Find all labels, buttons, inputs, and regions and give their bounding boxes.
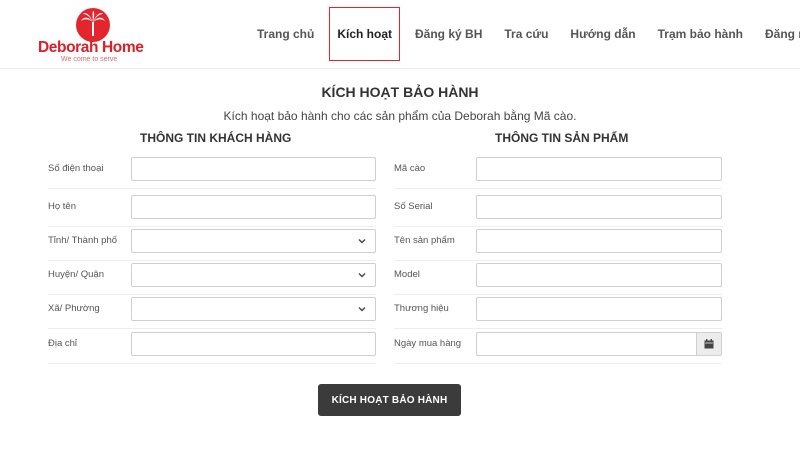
chevron-down-icon	[358, 307, 366, 312]
product-row-purchase-date: Ngày mua hàng	[394, 325, 722, 364]
serial-label: Số Serial	[394, 201, 433, 212]
brand-logo[interactable]: Deborah Home We come to serve	[38, 8, 148, 63]
site-header: Deborah Home We come to serve Trang chủ …	[0, 0, 800, 69]
brand-name-part2: Home	[102, 39, 144, 56]
serial-input[interactable]	[476, 195, 722, 219]
customer-section-title: THÔNG TIN KHÁCH HÀNG	[140, 131, 292, 145]
nav-item-guide[interactable]: Hướng dẫn	[559, 22, 646, 46]
purchase-date-value	[477, 338, 483, 349]
name-label: Họ tên	[48, 201, 76, 212]
nav-item-activate[interactable]: Kích hoạt	[329, 7, 401, 61]
palm-tree-icon	[76, 8, 110, 42]
scratch-code-input[interactable]	[476, 157, 722, 181]
calendar-button[interactable]	[696, 333, 721, 355]
chevron-down-icon	[358, 239, 366, 244]
nav-item-login[interactable]: Đăng nhập	[754, 22, 800, 46]
nav-item-home[interactable]: Trang chủ	[246, 22, 325, 46]
district-label: Huyện/ Quận	[48, 269, 104, 280]
product-row-brand: Thương hiệu	[394, 290, 722, 329]
address-label: Địa chỉ	[48, 338, 78, 349]
brand-label: Thương hiệu	[394, 303, 449, 314]
brand-name-part1: Deborah	[38, 39, 99, 56]
scratch-code-label: Mã cào	[394, 163, 426, 174]
model-label: Model	[394, 269, 420, 280]
nav-item-service-stations[interactable]: Trạm bảo hành	[647, 22, 754, 46]
phone-input[interactable]	[131, 157, 376, 181]
district-select[interactable]	[131, 263, 376, 287]
address-input[interactable]	[131, 332, 376, 356]
model-input[interactable]	[476, 263, 722, 287]
province-label: Tỉnh/ Thành phố	[48, 235, 118, 246]
activate-warranty-button[interactable]: KÍCH HOẠT BẢO HÀNH	[318, 384, 461, 416]
brand-slogan: We come to serve	[61, 56, 118, 63]
brand-name: Deborah Home	[38, 39, 148, 57]
chevron-down-icon	[358, 273, 366, 278]
phone-label: Số điện thoại	[48, 163, 104, 174]
product-row-scratch-code: Mã cào	[394, 150, 722, 189]
nav-item-register-warranty[interactable]: Đăng ký BH	[404, 22, 493, 46]
calendar-icon	[704, 339, 714, 349]
customer-row-address: Địa chỉ	[48, 325, 376, 364]
ward-select[interactable]	[131, 297, 376, 321]
ward-label: Xã/ Phường	[48, 303, 100, 314]
customer-row-phone: Số điện thoại	[48, 150, 376, 189]
brand-input[interactable]	[476, 297, 722, 321]
name-input[interactable]	[131, 195, 376, 219]
customer-row-ward: Xã/ Phường	[48, 290, 376, 329]
product-section-title: THÔNG TIN SẢN PHẨM	[495, 131, 629, 145]
nav-item-lookup[interactable]: Tra cứu	[493, 22, 559, 46]
page-subtitle: Kích hoạt bảo hành cho các sản phẩm của …	[223, 109, 577, 123]
main-nav: Trang chủ Kích hoạt Đăng ký BH Tra cứu H…	[246, 0, 800, 68]
product-name-input[interactable]	[476, 229, 722, 253]
product-name-label: Tên sản phẩm	[394, 235, 455, 246]
purchase-date-label: Ngày mua hàng	[394, 338, 462, 349]
purchase-date-input[interactable]	[476, 332, 722, 356]
province-select[interactable]	[131, 229, 376, 253]
page-title: KÍCH HOẠT BẢO HÀNH	[321, 84, 479, 100]
